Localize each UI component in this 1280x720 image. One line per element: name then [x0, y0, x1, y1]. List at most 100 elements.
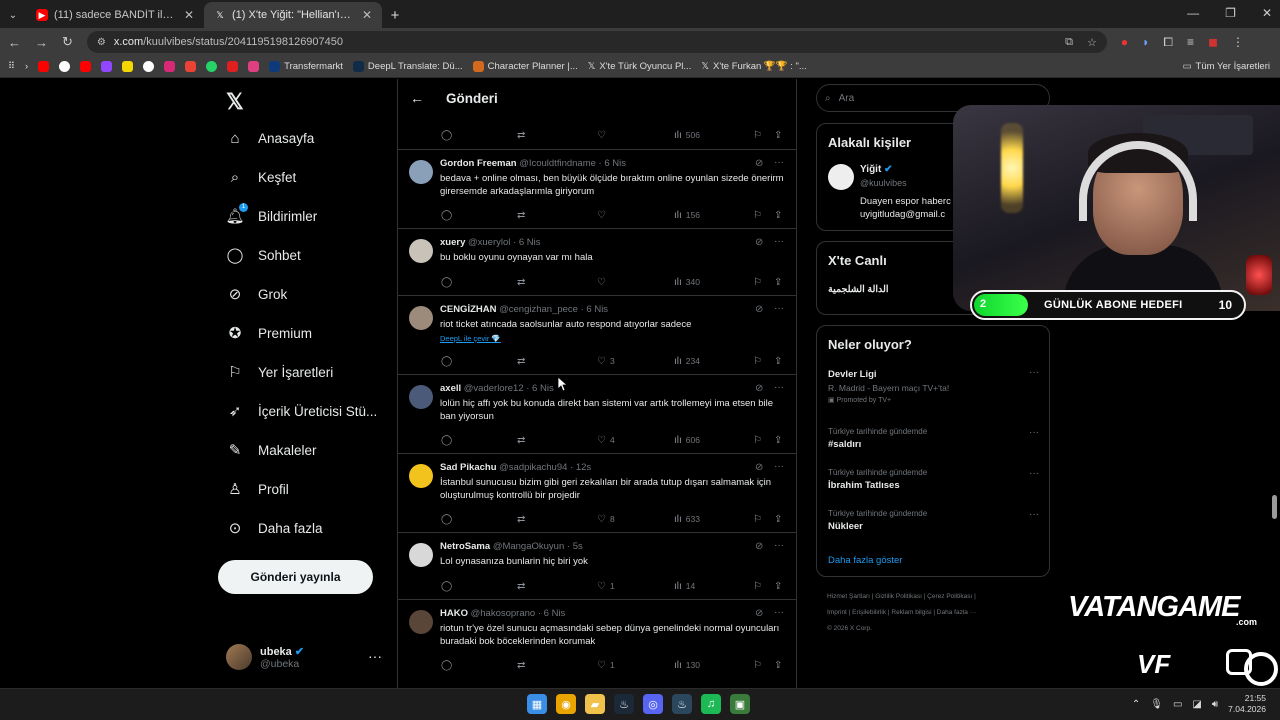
share-button[interactable]: ⇪ [774, 435, 782, 446]
profile-avatar-icon[interactable]: ◼ [1208, 35, 1218, 50]
bookmark-button[interactable]: ⚐ [753, 210, 762, 221]
tray-overflow-icon[interactable]: ⌃ [1132, 699, 1140, 710]
trend-more-icon[interactable]: ··· [1029, 509, 1039, 520]
nav-creator-studio[interactable]: ➶ İçerik Üreticisi Stü... [226, 402, 378, 420]
like-button[interactable]: ♡ 1 [597, 660, 615, 671]
pink-bookmark-icon[interactable] [248, 61, 260, 72]
more-icon[interactable]: ··· [774, 157, 784, 168]
footer-links-line[interactable]: Hizmet Şartları | Gizlilik Politikası | … [827, 589, 1047, 605]
bookmark-button[interactable]: ⚐ [753, 581, 762, 592]
media-icon[interactable]: ≡ [1187, 35, 1194, 50]
nav-grok[interactable]: ⊘ Grok [226, 285, 288, 303]
google-bookmark-icon[interactable] [59, 61, 71, 72]
retweet-button[interactable]: ⇄ [517, 435, 525, 446]
retweet-button[interactable]: ⇄ [517, 210, 525, 221]
taskbar-app-icon[interactable]: ◉ [556, 694, 576, 714]
reply-button[interactable]: ◯ [441, 277, 452, 288]
nav-more[interactable]: ⊙ Daha fazla [226, 519, 323, 537]
avatar[interactable] [409, 543, 433, 567]
views-button[interactable]: ılı 234 [674, 356, 700, 367]
bookmark-x-turk-oyuncu[interactable]: 𝕏 X'te Türk Oyuncu Pl... [588, 61, 692, 72]
trend-item[interactable]: Türkiye tarihinde gündemde İbrahim Tatlı… [828, 468, 927, 491]
share-button[interactable]: ⇪ [774, 660, 782, 671]
trend-more-icon[interactable]: ··· [1029, 427, 1039, 438]
browser-tab-x[interactable]: 𝕏 (1) X'te Yiğit: "Hellian'ın yaşadı ✕ [204, 2, 382, 28]
avatar[interactable] [409, 239, 433, 263]
tweet-time[interactable]: · 12s [570, 462, 591, 473]
author-name[interactable]: xuery [440, 237, 465, 248]
share-button[interactable]: ⇪ [774, 356, 782, 367]
like-button[interactable]: ♡ 4 [597, 435, 615, 446]
grok-icon[interactable]: ⊘ [755, 304, 763, 315]
tweet-time[interactable]: · 6 Nis [599, 158, 626, 169]
views-button[interactable]: ılı 156 [674, 210, 700, 221]
views-button[interactable]: ılı 633 [674, 514, 700, 525]
share-button[interactable]: ⇪ [774, 514, 782, 525]
reply-button[interactable]: ◯ [441, 210, 452, 221]
minimize-icon[interactable]: — [1187, 6, 1199, 20]
tweet-time[interactable]: · 5s [567, 541, 583, 552]
close-tab-icon[interactable]: ✕ [184, 8, 194, 22]
microphone-icon[interactable]: 🎙︎ [1150, 699, 1163, 710]
site-info-icon[interactable]: ⚙ [97, 37, 106, 48]
author-name[interactable]: HAKO [440, 608, 468, 619]
avatar[interactable] [409, 385, 433, 409]
share-button[interactable]: ⇪ [774, 130, 782, 141]
author-handle[interactable]: @MangaOkuyun [493, 541, 564, 552]
bookmark-button[interactable]: ⚐ [753, 130, 762, 141]
extension-red-icon[interactable]: ● [1121, 35, 1128, 50]
whatsapp-bookmark-icon[interactable] [206, 61, 218, 72]
retweet-button[interactable]: ⇄ [517, 130, 525, 141]
apps-grid-icon[interactable]: ⠿ [8, 61, 15, 72]
youtube2-bookmark-icon[interactable] [80, 61, 92, 72]
youtube-bookmark-icon[interactable] [38, 61, 50, 72]
author-handle[interactable]: @xuerylol [468, 237, 510, 248]
bookmark-transfermarkt[interactable]: Transfermarkt [269, 61, 343, 72]
new-tab-button[interactable]: + [382, 2, 408, 28]
bookmark-arrow-icon[interactable]: › [25, 61, 28, 72]
reply-button[interactable]: ◯ [441, 435, 452, 446]
bookmark-button[interactable]: ⚐ [753, 514, 762, 525]
like-button[interactable]: ♡ [597, 210, 610, 221]
bookmark-button[interactable]: ⚐ [753, 435, 762, 446]
gmail-bookmark-icon[interactable] [185, 61, 197, 72]
bookmark-button[interactable]: ⚐ [753, 356, 762, 367]
grok-icon[interactable]: ⊘ [755, 608, 763, 619]
like-button[interactable]: ♡ 1 [597, 581, 615, 592]
bookmark-star-icon[interactable]: ☆ [1087, 36, 1097, 49]
trend-item[interactable]: Türkiye tarihinde gündemde #saldırı [828, 427, 927, 450]
author-handle[interactable]: @sadpikachu94 [499, 462, 567, 473]
tab-search-icon[interactable]: ⌄ [0, 2, 26, 28]
taskbar-app-icon[interactable]: ♨ [614, 694, 634, 714]
views-button[interactable]: ılı 606 [674, 435, 700, 446]
network-icon[interactable]: ◪ [1192, 699, 1201, 710]
grok-icon[interactable]: ⊘ [755, 462, 763, 473]
trend-more-icon[interactable]: ··· [1029, 367, 1039, 378]
url-field[interactable]: ⚙ x.com/kuulvibes/status/204119519812690… [86, 31, 1107, 53]
reload-icon[interactable]: ↻ [62, 34, 73, 50]
chatgpt-bookmark-icon[interactable] [143, 61, 155, 72]
views-button[interactable]: ılı 130 [674, 660, 700, 671]
views-button[interactable]: ılı 14 [674, 581, 695, 592]
bookmark-deepl[interactable]: DeepL Translate: Dü... [352, 61, 463, 72]
close-window-icon[interactable]: ✕ [1262, 6, 1272, 20]
footer-links-line[interactable]: Imprint | Erişilebilirlik | Reklam bilgi… [827, 605, 1047, 621]
nav-bookmarks[interactable]: ⚐ Yer İşaretleri [226, 363, 333, 381]
reply-button[interactable]: ◯ [441, 660, 452, 671]
views-button[interactable]: ılı 506 [674, 130, 700, 141]
account-more-icon[interactable]: ··· [368, 648, 382, 664]
more-icon[interactable]: ··· [774, 540, 784, 551]
trend-item[interactable]: Türkiye tarihinde gündemde Nükleer [828, 509, 927, 532]
reply-button[interactable]: ◯ [441, 356, 452, 367]
maximize-icon[interactable]: ❐ [1225, 6, 1236, 20]
back-icon[interactable]: ← [8, 35, 21, 50]
reply-button[interactable]: ◯ [441, 130, 452, 141]
taskbar-app-icon[interactable]: ◎ [643, 694, 663, 714]
volume-icon[interactable]: 🔊︎ [1212, 699, 1218, 710]
retweet-button[interactable]: ⇄ [517, 660, 525, 671]
like-button[interactable]: ♡ 3 [597, 356, 615, 367]
scrollbar-thumb[interactable] [1272, 495, 1277, 519]
nav-premium[interactable]: ✪ Premium [226, 324, 312, 342]
nav-home[interactable]: ⌂ Anasayfa [226, 129, 314, 147]
person-name-row[interactable]: Yiğit ✔ [860, 164, 892, 175]
